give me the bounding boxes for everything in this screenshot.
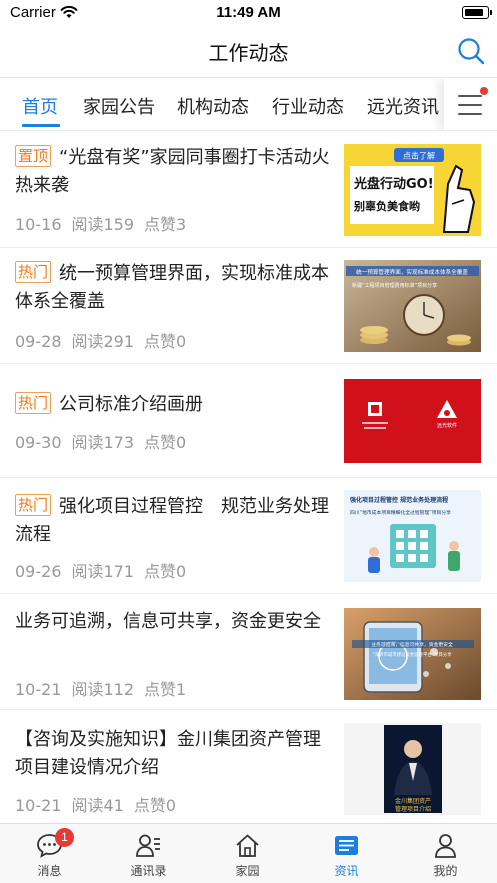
hot-badge: 热门 bbox=[15, 494, 52, 516]
tabbar-profile[interactable]: 我的 bbox=[396, 824, 495, 883]
article-thumbnail: 点击了解 光盘行动GO! 别辜负美食哟 bbox=[344, 144, 481, 236]
notification-dot bbox=[480, 87, 488, 95]
navigation-bar: 工作动态 bbox=[0, 26, 497, 78]
tab-list: 首页 家园公告 机构动态 行业动态 远光资讯 bbox=[0, 79, 444, 130]
tabbar-contacts[interactable]: 通讯录 bbox=[99, 824, 198, 883]
search-icon[interactable] bbox=[457, 37, 485, 65]
thumb-line2: 管理项目介绍 bbox=[395, 805, 431, 813]
tab-institution-news[interactable]: 机构动态 bbox=[177, 93, 249, 119]
battery-icon bbox=[462, 6, 492, 19]
tab-announcements[interactable]: 家园公告 bbox=[83, 93, 155, 119]
hot-badge: 热门 bbox=[15, 261, 52, 283]
thumb-line1: 统一预算管理界面，实现标准成本体系全覆盖 bbox=[356, 268, 468, 276]
article-likes: 点赞3 bbox=[144, 215, 187, 234]
article-title-text: 统一预算管理界面，实现标准成本体系全覆盖 bbox=[15, 263, 330, 312]
menu-icon bbox=[458, 95, 482, 115]
article-title-text: 【咨询及实施知识】金川集团资产管理项目建设情况介绍 bbox=[15, 729, 321, 778]
article-title: 【咨询及实施知识】金川集团资产管理项目建设情况介绍 bbox=[15, 726, 333, 782]
article-reads: 阅读159 bbox=[71, 215, 135, 234]
unread-badge: 1 bbox=[55, 828, 74, 847]
article-title: 热门 统一预算管理界面，实现标准成本体系全覆盖 bbox=[15, 260, 333, 316]
article-likes: 点赞1 bbox=[144, 680, 187, 699]
news-icon bbox=[335, 836, 358, 855]
thumb-line1: 业务可追溯，信息可共享，资金更安全 bbox=[371, 641, 453, 648]
article-item[interactable]: 业务可追溯，信息可共享，资金更安全 10-21 阅读112 点赞1 业务可追溯，信息… bbox=[0, 594, 497, 710]
article-likes: 点赞0 bbox=[144, 332, 187, 351]
article-item[interactable]: 热门 公司标准介绍画册 09-30 阅读173 点赞0 远光软件 bbox=[0, 364, 497, 478]
article-title: 热门 强化项目过程管控 规范业务处理流程 bbox=[15, 493, 333, 549]
tabbar-news[interactable]: 资讯 bbox=[297, 824, 396, 883]
article-meta: 09-26 阅读171 点赞0 bbox=[15, 558, 196, 582]
article-meta: 10-21 阅读41 点赞0 bbox=[15, 792, 186, 816]
article-title-text: 公司标准介绍画册 bbox=[59, 394, 204, 415]
article-reads: 阅读41 bbox=[71, 796, 124, 815]
article-meta: 09-28 阅读291 点赞0 bbox=[15, 328, 196, 352]
pinned-badge: 置顶 bbox=[15, 145, 52, 167]
thumb-line2: “深圳市城市建设资金监管平台”项目分享 bbox=[372, 651, 452, 658]
active-tab-indicator bbox=[22, 124, 60, 127]
page-title: 工作动态 bbox=[208, 41, 289, 65]
article-date: 09-30 bbox=[15, 433, 62, 452]
article-date: 09-26 bbox=[15, 562, 62, 581]
article-thumbnail: 业务可追溯，信息可共享，资金更安全 “深圳市城市建设资金监管平台”项目分享 bbox=[344, 608, 481, 700]
tab-industry-news[interactable]: 行业动态 bbox=[272, 93, 344, 119]
article-likes: 点赞0 bbox=[133, 796, 177, 815]
tab-home[interactable]: 首页 bbox=[22, 93, 58, 119]
article-date: 10-21 bbox=[15, 680, 62, 699]
tabbar-label: 通讯录 bbox=[130, 864, 167, 878]
tabbar-label: 资讯 bbox=[334, 864, 359, 878]
article-thumbnail: 强化项目过程管控 规范业务处理流程 四川“地市成本项目精细化全过程管理”项目分享 bbox=[344, 490, 481, 582]
article-meta: 09-30 阅读173 点赞0 bbox=[15, 429, 196, 453]
article-item[interactable]: 热门 强化项目过程管控 规范业务处理流程 09-26 阅读171 点赞0 强化项目过程… bbox=[0, 478, 497, 594]
bottom-tab-bar: 1 消息 通讯录 家园 资讯 我的 bbox=[0, 823, 497, 883]
thumb-logo-text: 远光软件 bbox=[437, 422, 457, 429]
article-title: 置顶 “光盘有奖”家园同事圈打卡活动火热来袭 bbox=[15, 144, 333, 200]
status-time: 11:49 AM bbox=[216, 4, 281, 21]
article-likes: 点赞0 bbox=[144, 562, 187, 581]
status-bar: Carrier 11:49 AM bbox=[0, 0, 497, 26]
article-item[interactable]: 热门 统一预算管理界面，实现标准成本体系全覆盖 09-28 阅读291 点赞0 统一预… bbox=[0, 248, 497, 364]
article-date: 10-16 bbox=[15, 215, 62, 234]
article-thumbnail: 统一预算管理界面，实现标准成本体系全覆盖 新疆“工程项目管理费用标准”项目分享 bbox=[344, 260, 481, 352]
article-likes: 点赞0 bbox=[144, 433, 187, 452]
category-tabs: 首页 家园公告 机构动态 行业动态 远光资讯 bbox=[0, 79, 497, 131]
article-reads: 阅读171 bbox=[71, 562, 135, 581]
article-date: 10-21 bbox=[15, 796, 62, 815]
article-title: 业务可追溯，信息可共享，资金更安全 bbox=[15, 608, 333, 636]
article-title-text: 业务可追溯，信息可共享，资金更安全 bbox=[15, 611, 321, 632]
home-icon bbox=[236, 834, 259, 857]
tabbar-messages[interactable]: 1 消息 bbox=[0, 824, 99, 883]
thumb-line1: 强化项目过程管控 规范业务处理流程 bbox=[350, 496, 448, 504]
hot-badge: 热门 bbox=[15, 392, 52, 414]
article-thumbnail: 金川集团资产 管理项目介绍 bbox=[344, 723, 481, 815]
tabbar-label: 我的 bbox=[433, 864, 458, 878]
article-title: 热门 公司标准介绍画册 bbox=[15, 391, 333, 419]
thumb-line1: 金川集团资产 bbox=[395, 797, 431, 805]
tabbar-label: 消息 bbox=[37, 864, 62, 878]
tabbar-label: 家园 bbox=[235, 864, 260, 878]
article-reads: 阅读112 bbox=[71, 680, 135, 699]
thumb-line2: 新疆“工程项目管理费用标准”项目分享 bbox=[352, 282, 437, 289]
profile-icon bbox=[435, 834, 456, 858]
tab-menu-button[interactable] bbox=[444, 79, 497, 130]
article-meta: 10-16 阅读159 点赞3 bbox=[15, 211, 196, 235]
article-item[interactable]: 【咨询及实施知识】金川集团资产管理项目建设情况介绍 10-21 阅读41 点赞0 金… bbox=[0, 710, 497, 823]
article-meta: 10-21 阅读112 点赞1 bbox=[15, 676, 196, 700]
contacts-icon bbox=[136, 834, 160, 857]
tabbar-home[interactable]: 家园 bbox=[198, 824, 297, 883]
thumb-tag: 点击了解 bbox=[403, 151, 435, 161]
article-title-text: “光盘有奖”家园同事圈打卡活动火热来袭 bbox=[15, 147, 330, 196]
article-date: 09-28 bbox=[15, 332, 62, 351]
article-reads: 阅读173 bbox=[71, 433, 135, 452]
article-reads: 阅读291 bbox=[71, 332, 135, 351]
tab-ygsoft-news[interactable]: 远光资讯 bbox=[367, 93, 439, 119]
thumb-line1: 光盘行动GO! bbox=[353, 176, 434, 192]
article-thumbnail: 远光软件 bbox=[344, 376, 481, 468]
article-item[interactable]: 置顶 “光盘有奖”家园同事圈打卡活动火热来袭 10-16 阅读159 点赞3 点击了解… bbox=[0, 131, 497, 248]
thumb-line2: 别辜负美食哟 bbox=[353, 199, 420, 213]
article-title-text: 强化项目过程管控 规范业务处理流程 bbox=[15, 496, 330, 545]
thumb-line2: 四川“地市成本项目精细化全过程管理”项目分享 bbox=[350, 509, 451, 516]
